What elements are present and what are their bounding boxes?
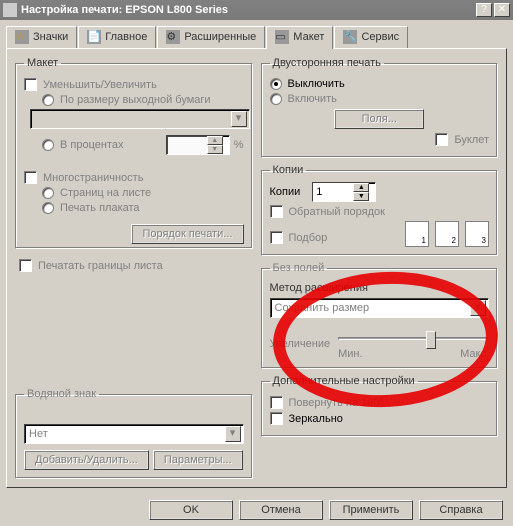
close-button[interactable]: ✕ bbox=[494, 3, 510, 17]
margins-button: Поля... bbox=[334, 109, 424, 129]
watermark-params-button: Параметры... bbox=[153, 450, 243, 470]
checkbox-icon bbox=[270, 412, 283, 425]
spin-down-icon[interactable]: ▼ bbox=[353, 192, 369, 201]
tab-icons[interactable]: Значки bbox=[6, 26, 77, 48]
radio-icon bbox=[270, 93, 282, 105]
dialog-buttons: OK Отмена Применить Справка bbox=[0, 500, 513, 520]
title-bar: Настройка печати: EPSON L800 Series ? ✕ bbox=[0, 0, 513, 20]
extra-fieldset: Дополнительные настройки Повернуть на 18… bbox=[261, 375, 499, 437]
help-button[interactable]: Справка bbox=[419, 500, 503, 520]
apply-button[interactable]: Применить bbox=[329, 500, 413, 520]
booklet-check: Буклет bbox=[270, 133, 490, 146]
copies-legend: Копии bbox=[270, 164, 307, 176]
gear-icon bbox=[166, 30, 180, 44]
tab-strip: Значки Главное Расширенные Макет Сервис bbox=[0, 20, 513, 48]
checkbox-icon bbox=[270, 396, 283, 409]
fit-output-radio: По размеру выходной бумаги bbox=[42, 94, 244, 106]
help-button[interactable]: ? bbox=[476, 3, 492, 17]
checkbox-icon bbox=[24, 78, 37, 91]
chevron-down-icon: ▾ bbox=[225, 426, 241, 442]
layout-legend: Макет bbox=[24, 57, 61, 69]
ok-button[interactable]: OK bbox=[149, 500, 233, 520]
watermark-legend: Водяной знак bbox=[24, 388, 99, 400]
tab-panel: Макет Уменьшить/Увеличить По размеру вых… bbox=[6, 48, 507, 488]
enlarge-label: Увеличение bbox=[270, 338, 331, 350]
collate-check[interactable]: Подбор bbox=[270, 231, 400, 244]
spin-up-icon[interactable]: ▲ bbox=[353, 183, 369, 192]
duplex-off-radio[interactable]: Выключить bbox=[270, 78, 490, 90]
borderless-fieldset: Без полей Метод расширения Сохранить раз… bbox=[261, 262, 499, 369]
tab-advanced[interactable]: Расширенные bbox=[157, 26, 265, 48]
extra-legend: Дополнительные настройки bbox=[270, 375, 418, 387]
poster-radio: Печать плаката bbox=[42, 202, 244, 214]
checkbox-icon bbox=[270, 231, 283, 244]
add-remove-button: Добавить/Удалить... bbox=[24, 450, 149, 470]
page-icon: 3 bbox=[465, 221, 489, 247]
watermark-combo[interactable]: Нет▾ bbox=[24, 424, 244, 444]
print-order-button: Порядок печати... bbox=[131, 224, 243, 244]
checkbox-icon bbox=[19, 259, 32, 272]
mirror-check[interactable]: Зеркально bbox=[270, 412, 490, 425]
tool-icon bbox=[343, 30, 357, 44]
tab-main[interactable]: Главное bbox=[78, 26, 156, 48]
checkbox-icon bbox=[270, 205, 283, 218]
reduce-enlarge-check[interactable]: Уменьшить/Увеличить bbox=[24, 78, 244, 91]
chevron-down-icon: ▾ bbox=[470, 300, 486, 316]
layout-icon bbox=[275, 30, 289, 44]
doc-icon bbox=[87, 30, 101, 44]
duplex-legend: Двусторонняя печать bbox=[270, 57, 384, 69]
star-icon bbox=[15, 30, 29, 44]
tab-service[interactable]: Сервис bbox=[334, 26, 408, 48]
percent-spinner: ▲▼ bbox=[166, 135, 230, 155]
tab-layout[interactable]: Макет bbox=[266, 26, 333, 49]
page-icon: 2 bbox=[435, 221, 459, 247]
paper-size-combo: ▾ bbox=[30, 109, 250, 129]
method-label: Метод расширения bbox=[270, 282, 490, 294]
watermark-fieldset: Водяной знак Нет▾ Добавить/Удалить... Па… bbox=[15, 388, 253, 479]
rotate-check[interactable]: Повернуть на 180° bbox=[270, 396, 490, 409]
page-icon: 1 bbox=[405, 221, 429, 247]
radio-icon bbox=[42, 94, 54, 106]
copies-spinner[interactable]: ▲▼ bbox=[312, 182, 376, 202]
multipage-check[interactable]: Многостраничность bbox=[24, 171, 244, 184]
radio-icon bbox=[42, 187, 54, 199]
reverse-order-check[interactable]: Обратный порядок bbox=[270, 205, 490, 218]
copies-label: Копии bbox=[270, 186, 301, 198]
method-combo[interactable]: Сохранить размер▾ bbox=[270, 298, 490, 318]
pages-per-sheet-radio: Страниц на листе bbox=[42, 187, 244, 199]
cancel-button[interactable]: Отмена bbox=[239, 500, 323, 520]
layout-fieldset: Макет Уменьшить/Увеличить По размеру вых… bbox=[15, 57, 253, 249]
app-icon bbox=[3, 3, 17, 17]
copies-fieldset: Копии Копии ▲▼ Обратный порядок Подбор 1… bbox=[261, 164, 499, 256]
window-title: Настройка печати: EPSON L800 Series bbox=[21, 4, 474, 16]
print-borders-check[interactable]: Печатать границы листа bbox=[19, 259, 253, 272]
duplex-on-radio[interactable]: Включить bbox=[270, 93, 490, 105]
chevron-down-icon: ▾ bbox=[231, 111, 247, 127]
copies-input[interactable] bbox=[313, 183, 353, 201]
radio-icon bbox=[270, 78, 282, 90]
radio-icon bbox=[42, 202, 54, 214]
borderless-legend: Без полей bbox=[270, 262, 328, 274]
slider-thumb bbox=[426, 331, 436, 349]
checkbox-icon bbox=[24, 171, 37, 184]
enlarge-slider bbox=[338, 328, 489, 348]
checkbox-icon bbox=[435, 133, 448, 146]
radio-icon bbox=[42, 139, 54, 151]
percent-radio: В процентах ▲▼ % bbox=[42, 135, 244, 155]
duplex-fieldset: Двусторонняя печать Выключить Включить П… bbox=[261, 57, 499, 158]
